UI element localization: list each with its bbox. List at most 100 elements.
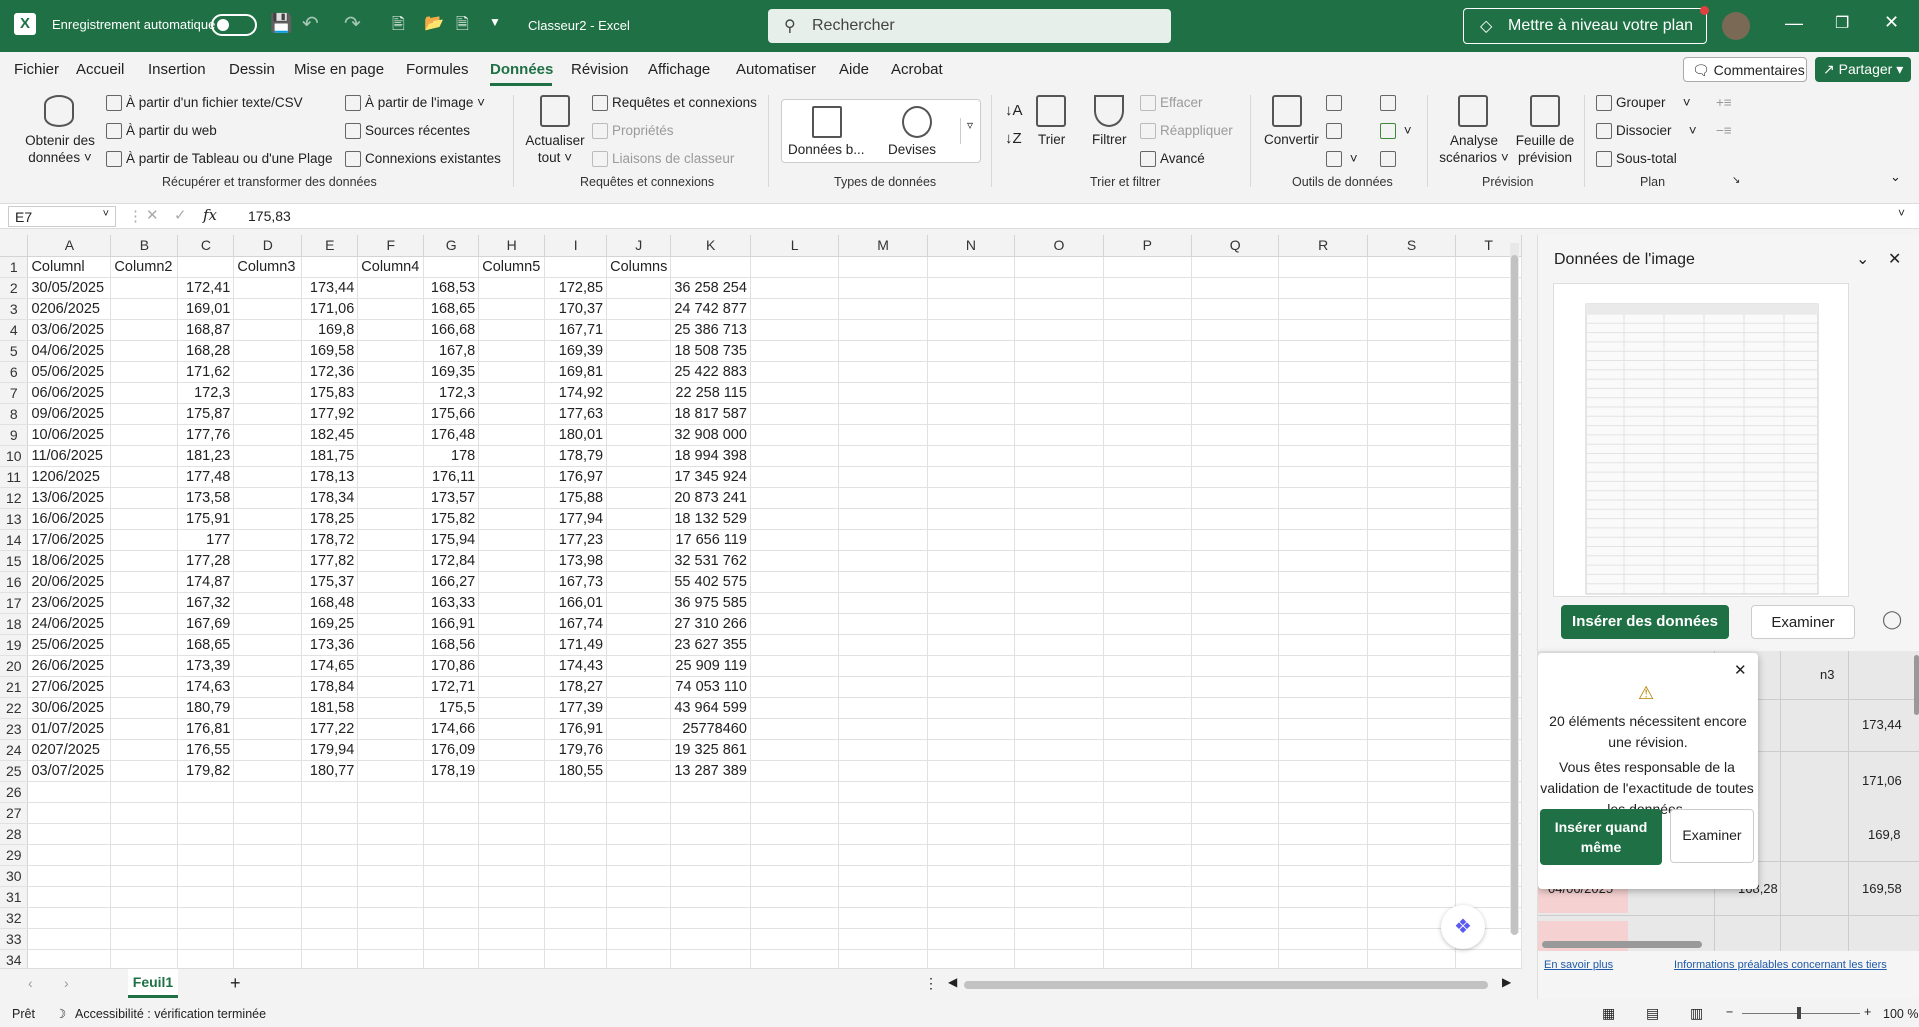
spreadsheet-grid[interactable]: ABCDEFGHIJKLMNOPQRST 1 Columnl Column2 Colu… [0,235,1522,968]
cell[interactable] [1191,697,1280,719]
cell[interactable] [1191,886,1280,908]
column-header-f[interactable]: F [357,235,425,257]
row-header[interactable]: 10 [0,445,29,467]
get-data-button[interactable]: Obtenir des données ˅ [22,132,98,166]
cell[interactable] [750,844,840,866]
cell[interactable] [1191,508,1280,530]
cell[interactable] [357,844,425,866]
cell[interactable]: 177 [177,529,235,551]
cell[interactable] [233,865,303,887]
open-folder-icon[interactable]: 📂 [424,13,444,33]
cell[interactable] [838,550,928,572]
ungroup-button[interactable]: Dissocier ˅ [1596,123,1697,140]
row-header[interactable]: 16 [0,571,29,593]
copilot-icon[interactable]: ❖ [1441,905,1485,949]
cell[interactable] [670,928,751,950]
cell[interactable]: 176,91 [544,718,608,740]
cell[interactable] [750,613,840,635]
cell[interactable] [357,886,425,908]
cell[interactable] [1014,739,1104,761]
cell[interactable] [927,340,1016,362]
cell[interactable] [838,424,928,446]
cell[interactable] [423,823,480,845]
cell[interactable] [1278,340,1368,362]
cell[interactable]: 168,48 [301,592,359,614]
cell[interactable] [1191,550,1280,572]
cell[interactable] [927,508,1016,530]
cell[interactable] [544,844,608,866]
cell[interactable] [1367,802,1457,824]
minimize-icon[interactable]: — [1785,13,1803,34]
cell[interactable] [838,697,928,719]
cell[interactable] [233,592,303,614]
cell[interactable] [1191,655,1280,677]
cell[interactable] [1191,592,1280,614]
cell[interactable] [1103,886,1193,908]
cell[interactable]: 174,65 [301,655,359,677]
cell[interactable] [177,865,235,887]
row-header[interactable]: 9 [0,424,29,446]
cell[interactable]: 23/06/2025 [27,592,112,614]
tab-formules[interactable]: Formules [406,61,469,78]
cell[interactable]: 175,83 [301,382,359,404]
cell[interactable] [233,676,303,698]
sort-az-icon[interactable]: ↓A ↓Z [1005,97,1023,153]
column-header-i[interactable]: I [544,235,608,257]
column-header-j[interactable]: J [606,235,672,257]
cell[interactable] [478,802,546,824]
row-header[interactable]: 26 [0,781,29,803]
cell[interactable] [110,319,179,341]
cell[interactable]: 13 287 389 [670,760,751,782]
cell[interactable] [478,928,546,950]
cell[interactable]: 171,49 [544,634,608,656]
cell[interactable] [233,466,303,488]
cell[interactable] [301,823,359,845]
examine-button[interactable]: Examiner [1751,605,1855,639]
cell[interactable] [357,361,425,383]
cell[interactable] [838,907,928,929]
redo-icon[interactable]: ↷ [344,11,361,36]
cell[interactable] [1014,403,1104,425]
insert-anyway-button[interactable]: Insérer quand même [1540,809,1662,865]
cell[interactable] [357,676,425,698]
cell[interactable] [1367,613,1457,635]
cell[interactable]: 174,66 [423,718,480,740]
cell[interactable] [1103,613,1193,635]
cell[interactable] [927,613,1016,635]
cell[interactable] [1191,676,1280,698]
cell[interactable] [357,298,425,320]
cell[interactable] [544,886,608,908]
properties-button[interactable]: Propriétés [592,123,674,140]
hide-detail-icon[interactable]: −≡ [1716,123,1732,138]
cell[interactable] [1191,298,1280,320]
row-header[interactable]: 24 [0,739,29,761]
cell[interactable] [1278,886,1368,908]
cell[interactable] [927,907,1016,929]
cell[interactable] [357,466,425,488]
cell[interactable] [838,718,928,740]
cell[interactable] [750,928,840,950]
cell[interactable] [1367,298,1457,320]
cell[interactable] [750,886,840,908]
cell[interactable]: 166,68 [423,319,480,341]
cell[interactable] [478,487,546,509]
cell[interactable] [1367,781,1457,803]
cell[interactable] [838,529,928,551]
scroll-left-icon[interactable]: ◀ [948,975,957,989]
cell[interactable] [1278,760,1368,782]
cell[interactable] [110,361,179,383]
cell[interactable] [110,571,179,593]
tab-split-icon[interactable]: ⋮ [924,975,938,992]
cell[interactable] [1278,739,1368,761]
subtotal-button[interactable]: Sous-total [1596,151,1677,168]
cell[interactable] [1367,571,1457,593]
cell[interactable] [750,445,840,467]
column-header-r[interactable]: R [1278,235,1368,257]
popup-examine-button[interactable]: Examiner [1670,809,1754,863]
cell[interactable] [478,466,546,488]
column-header-a[interactable]: A [27,235,112,257]
cell[interactable] [1014,277,1104,299]
cell[interactable] [927,781,1016,803]
learn-more-link[interactable]: En savoir plus [1544,959,1613,971]
cell[interactable] [1278,466,1368,488]
